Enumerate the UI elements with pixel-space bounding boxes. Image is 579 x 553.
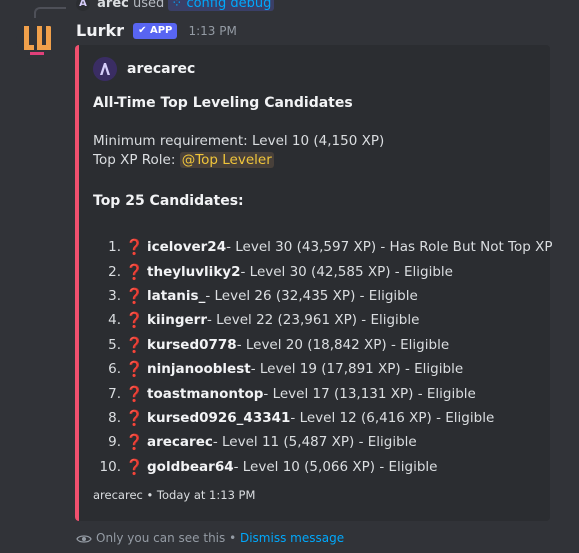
question-mark-icon: ❓ bbox=[125, 408, 144, 427]
candidate-item: 7. ❓ toastmanontop - Level 17 (13,131 XP) … bbox=[93, 381, 553, 405]
candidate-name: icelover24 bbox=[147, 239, 227, 256]
eye-icon bbox=[76, 534, 92, 543]
app-badge-label: APP bbox=[149, 24, 173, 36]
candidate-name: arecarec bbox=[147, 434, 213, 451]
candidate-detail: - Level 26 (32,435 XP) - Eligible bbox=[205, 287, 418, 304]
reply-context[interactable]: A arec used ⁘ config debug bbox=[76, 0, 275, 11]
minimum-requirement: Minimum requirement: Level 10 (4,150 XP) bbox=[93, 133, 385, 149]
candidate-item: 2. ❓ theyluvliky2 - Level 30 (42,585 XP) -… bbox=[93, 259, 553, 283]
command-name: config debug bbox=[186, 0, 272, 11]
embed-card: arecarec All-Time Top Leveling Candidate… bbox=[75, 45, 553, 521]
embed-title: All-Time Top Leveling Candidates bbox=[93, 95, 353, 111]
question-mark-icon: ❓ bbox=[125, 286, 144, 305]
candidate-detail: - Level 12 (6,416 XP) - Eligible bbox=[290, 409, 495, 426]
embed-footer: arecarec • Today at 1:13 PM bbox=[93, 488, 256, 502]
candidate-name: goldbear64 bbox=[147, 458, 234, 475]
candidate-item: 5. ❓ kursed0778 - Level 20 (18,842 XP) - E… bbox=[93, 333, 553, 357]
candidate-detail: - Level 22 (23,961 XP) - Eligible bbox=[206, 312, 420, 329]
message-header: Lurkr ✔ APP 1:13 PM bbox=[76, 20, 237, 40]
ephemeral-text: Only you can see this • bbox=[96, 531, 240, 545]
candidate-rank: 8. bbox=[108, 409, 121, 426]
message-timestamp[interactable]: 1:13 PM bbox=[188, 24, 236, 38]
question-mark-icon: ❓ bbox=[125, 335, 144, 354]
candidate-rank: 6. bbox=[108, 361, 121, 378]
question-mark-icon: ❓ bbox=[125, 360, 144, 379]
candidate-rank: 9. bbox=[108, 434, 121, 451]
lurkr-logo-icon bbox=[24, 26, 51, 55]
ephemeral-notice: Only you can see this • Dismiss message bbox=[76, 531, 344, 545]
candidate-item: 6. ❓ ninjanooblest - Level 19 (17,891 XP) … bbox=[93, 357, 553, 381]
candidate-name: latanis_ bbox=[147, 287, 206, 304]
role-mention[interactable]: @Top Leveler bbox=[179, 152, 274, 168]
candidate-item: 1. ❓ icelover24 - Level 30 (43,597 XP) - H… bbox=[93, 235, 553, 259]
author-avatar-icon bbox=[93, 57, 117, 81]
candidates-heading: Top 25 Candidates: bbox=[93, 193, 244, 209]
candidate-item: 10. ❓ goldbear64 - Level 10 (5,066 XP) - E… bbox=[93, 455, 553, 479]
candidate-item: 9. ❓ arecarec - Level 11 (5,487 XP) - Elig… bbox=[93, 430, 553, 454]
candidate-item: 3. ❓ latanis_ - Level 26 (32,435 XP) - Eli… bbox=[93, 284, 553, 308]
bot-name[interactable]: Lurkr bbox=[76, 21, 124, 40]
candidate-rank: 7. bbox=[108, 385, 121, 402]
candidate-detail: - Level 17 (13,131 XP) - Eligible bbox=[263, 385, 476, 402]
candidate-name: toastmanontop bbox=[147, 385, 264, 402]
question-mark-icon: ❓ bbox=[125, 262, 144, 281]
candidate-detail: - Level 30 (42,585 XP) - Eligible bbox=[240, 263, 453, 280]
candidate-rank: 2. bbox=[108, 263, 121, 280]
slash-command[interactable]: ⁘ config debug bbox=[168, 0, 275, 11]
candidate-rank: 3. bbox=[108, 287, 121, 304]
candidate-detail: - Level 19 (17,891 XP) - Eligible bbox=[250, 361, 464, 378]
candidate-detail: - Level 11 (5,487 XP) - Eligible bbox=[212, 434, 417, 451]
reply-used-text: used bbox=[133, 0, 165, 11]
candidate-rank: 4. bbox=[108, 312, 121, 329]
candidate-detail: - Level 20 (18,842 XP) - Eligible bbox=[236, 336, 450, 353]
app-badge: ✔ APP bbox=[133, 22, 178, 39]
question-mark-icon: ❓ bbox=[125, 433, 144, 452]
bot-avatar[interactable] bbox=[16, 20, 56, 60]
role-label: Top XP Role: bbox=[93, 152, 180, 168]
candidate-name: kursed0778 bbox=[147, 336, 237, 353]
command-icon: ⁘ bbox=[171, 0, 183, 11]
candidate-detail: - Level 10 (5,066 XP) - Eligible bbox=[233, 458, 438, 475]
question-mark-icon: ❓ bbox=[125, 384, 144, 403]
candidate-rank: 5. bbox=[108, 336, 121, 353]
verified-check-icon: ✔ bbox=[138, 24, 147, 36]
candidate-name: ninjanooblest bbox=[147, 361, 251, 378]
embed-author: arecarec bbox=[93, 57, 195, 81]
candidate-rank: 1. bbox=[108, 239, 121, 256]
reply-avatar: A bbox=[76, 0, 90, 11]
candidate-name: kiingerr bbox=[147, 312, 207, 329]
question-mark-icon: ❓ bbox=[125, 457, 144, 476]
candidate-detail: - Level 30 (43,597 XP) - Has Role But No… bbox=[226, 239, 553, 256]
question-mark-icon: ❓ bbox=[125, 238, 144, 257]
embed-author-name: arecarec bbox=[127, 61, 196, 77]
reply-connector bbox=[34, 7, 66, 18]
candidate-item: 4. ❓ kiingerr - Level 22 (23,961 XP) - Eli… bbox=[93, 308, 553, 332]
candidate-name: theyluvliky2 bbox=[147, 263, 241, 280]
top-xp-role: Top XP Role: @Top Leveler bbox=[93, 152, 274, 168]
reply-username[interactable]: arec bbox=[97, 0, 129, 11]
candidate-rank: 10. bbox=[99, 458, 121, 475]
candidate-list: 1. ❓ icelover24 - Level 30 (43,597 XP) - H… bbox=[93, 235, 553, 479]
dismiss-message-link[interactable]: Dismiss message bbox=[240, 531, 344, 545]
candidate-name: kursed0926_43341 bbox=[147, 409, 291, 426]
candidate-item: 8. ❓ kursed0926_43341 - Level 12 (6,416 XP… bbox=[93, 406, 553, 430]
question-mark-icon: ❓ bbox=[125, 311, 144, 330]
